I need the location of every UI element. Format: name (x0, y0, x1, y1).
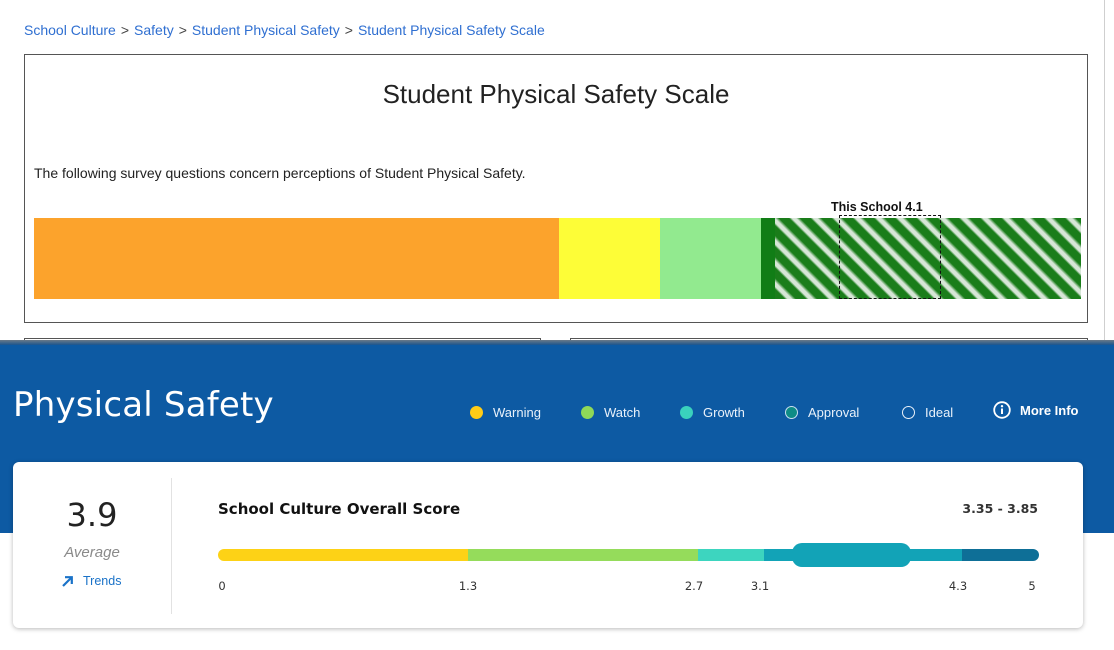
approval-dot-icon (785, 405, 798, 419)
score-bar-growth (698, 549, 764, 561)
breadcrumb-safety[interactable]: Safety (134, 22, 174, 38)
legend-watch: Watch (581, 403, 640, 421)
warning-dot-icon (470, 405, 483, 419)
scale-panel: School Culture > Safety > Student Physical S… (0, 0, 1114, 345)
legend-warning-label: Warning (493, 404, 541, 420)
scale-tick: 2.7 (684, 579, 704, 593)
legend-growth-label: Growth (703, 404, 745, 420)
score-range-label: 3.35 - 3.85 (962, 501, 1038, 516)
ideal-dot-icon (902, 405, 915, 419)
legend-watch-label: Watch (604, 404, 641, 420)
more-info-label: More Info (1020, 402, 1079, 418)
scale-tick: 0 (218, 579, 226, 593)
school-marker-label: This School 4.1 (831, 200, 923, 214)
scale-card: Student Physical Safety Scale The follow… (24, 54, 1088, 323)
scale-card-description: The following survey questions concern p… (34, 165, 526, 181)
scale-tick: 5 (1028, 579, 1036, 593)
watch-dot-icon (581, 405, 594, 419)
score-card-divider (171, 478, 172, 614)
scale-tick: 3.1 (750, 579, 770, 593)
scale-segment-light-green (660, 218, 761, 299)
school-marker-box (839, 215, 941, 299)
scale-segment-orange (34, 218, 559, 299)
breadcrumb-student-physical-safety[interactable]: Student Physical Safety (192, 22, 340, 38)
average-value: 3.9 (66, 496, 118, 534)
more-info-button[interactable]: More Info (993, 401, 1079, 419)
legend-ideal-label: Ideal (925, 404, 954, 420)
trends-label: Trends (83, 574, 122, 588)
dashboard-title: Physical Safety (13, 385, 274, 425)
breadcrumb: School Culture > Safety > Student Physical S… (24, 22, 545, 38)
trend-arrow-icon (62, 575, 73, 587)
legend-approval-label: Approval (808, 404, 860, 420)
breadcrumb-student-physical-safety-scale[interactable]: Student Physical Safety Scale (358, 22, 545, 38)
scale-panel-shell: School Culture > Safety > Student Physical S… (0, 0, 1105, 345)
legend-ideal: Ideal (902, 403, 953, 421)
breadcrumb-separator: > (120, 22, 130, 38)
overall-score-title: School Culture Overall Score (218, 500, 461, 518)
trends-link[interactable]: Trends (61, 574, 121, 588)
legend-warning: Warning (470, 403, 541, 421)
scale-segment-yellow (559, 218, 660, 299)
score-bar-ideal (962, 549, 1039, 561)
score-bar-watch (468, 549, 698, 561)
breadcrumb-separator: > (178, 22, 187, 38)
info-icon (993, 401, 1011, 419)
scale-tick: 4.3 (948, 579, 968, 593)
score-bar-warning (218, 549, 468, 561)
growth-dot-icon (680, 405, 693, 419)
score-card: 3.9 Average Trends School Culture Overal… (13, 462, 1083, 628)
breadcrumb-separator: > (344, 22, 353, 38)
score-range-band (792, 543, 911, 567)
scale-card-title: Student Physical Safety Scale (382, 79, 730, 109)
scale-segment-dark-green (761, 218, 775, 299)
dashboard-panel: Physical Safety Warning Watch Growth App… (0, 345, 1114, 650)
legend-approval: Approval (785, 403, 859, 421)
scale-tick: 1.3 (458, 579, 478, 593)
score-bar (218, 543, 1039, 567)
legend-growth: Growth (680, 403, 745, 421)
average-label: Average (64, 544, 120, 561)
breadcrumb-school-culture[interactable]: School Culture (24, 22, 116, 38)
